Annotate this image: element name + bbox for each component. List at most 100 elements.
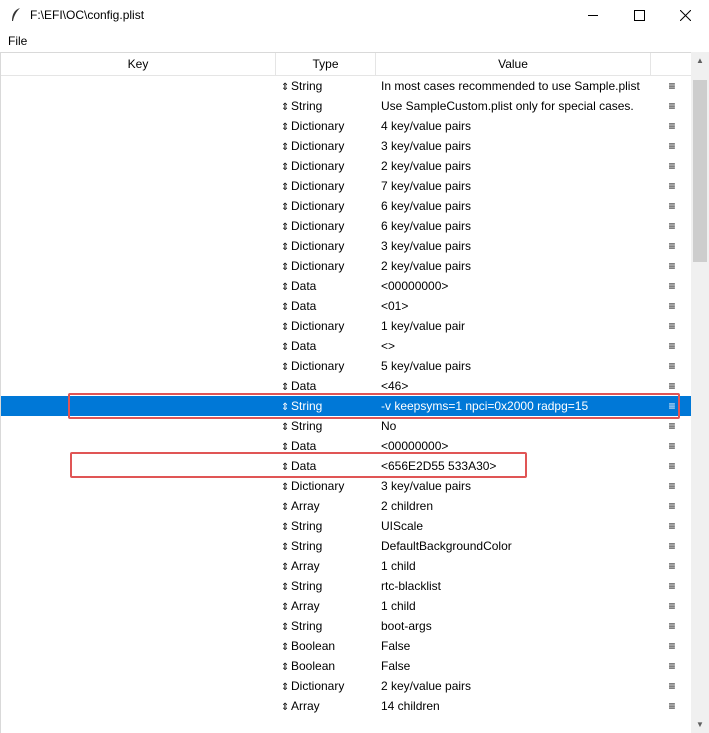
- tree-row[interactable]: NVRAM⇕Dictionary6 key/value pairs≡: [1, 216, 691, 236]
- drag-handle-icon[interactable]: ≡: [665, 476, 679, 496]
- tree-row[interactable]: 7C436110-AB2A-4BBB-A880-FE41995C9F82⇕Dic…: [1, 356, 691, 376]
- drag-handle-icon[interactable]: ≡: [665, 256, 679, 276]
- tree-row[interactable]: 0⇕StringUIScale≡: [1, 516, 691, 536]
- row-value[interactable]: rtc-blacklist: [381, 576, 651, 596]
- row-value[interactable]: False: [381, 636, 651, 656]
- row-value[interactable]: False: [381, 656, 651, 676]
- column-header-value[interactable]: Value: [376, 53, 651, 76]
- plist-tree[interactable]: Key Type Value #WARNING - 3⇕StringIn mos…: [0, 52, 691, 733]
- tree-row[interactable]: Kernel⇕Dictionary7 key/value pairs≡: [1, 176, 691, 196]
- drag-handle-icon[interactable]: ≡: [665, 376, 679, 396]
- row-value[interactable]: <00000000>: [381, 276, 651, 296]
- row-type[interactable]: ⇕ String: [281, 96, 376, 118]
- drag-handle-icon[interactable]: ≡: [665, 436, 679, 456]
- drag-handle-icon[interactable]: ≡: [665, 216, 679, 236]
- row-type[interactable]: ⇕ Data: [281, 336, 376, 358]
- row-type[interactable]: ⇕ Data: [281, 456, 376, 478]
- row-type[interactable]: ⇕ Dictionary: [281, 676, 376, 698]
- tree-row[interactable]: 4D1EDE05-38C7-4A6A-9CC6-4BCCA8B38C14⇕Arr…: [1, 496, 691, 516]
- close-button[interactable]: [662, 0, 708, 31]
- vertical-scrollbar[interactable]: ▲ ▼: [691, 52, 709, 733]
- row-type[interactable]: ⇕ Dictionary: [281, 116, 376, 138]
- tree-row[interactable]: Misc⇕Dictionary6 key/value pairs≡: [1, 196, 691, 216]
- tree-row[interactable]: boot-args⇕String-v keepsyms=1 npci=0x200…: [1, 396, 691, 416]
- tree-row[interactable]: Add⇕Dictionary3 key/value pairs≡: [1, 236, 691, 256]
- tree-row[interactable]: 7C436110-AB2A-4BBB-A880-FE41995C9F82⇕Arr…: [1, 596, 691, 616]
- tree-row[interactable]: Delete⇕Dictionary3 key/value pairs≡: [1, 476, 691, 496]
- tree-row[interactable]: run-efi-updater⇕StringNo≡: [1, 416, 691, 436]
- row-type[interactable]: ⇕ Boolean: [281, 656, 376, 678]
- minimize-button[interactable]: [570, 0, 616, 31]
- row-type[interactable]: ⇕ Data: [281, 376, 376, 398]
- row-type[interactable]: ⇕ Dictionary: [281, 136, 376, 158]
- row-type[interactable]: ⇕ Data: [281, 296, 376, 318]
- drag-handle-icon[interactable]: ≡: [665, 536, 679, 556]
- drag-handle-icon[interactable]: ≡: [665, 676, 679, 696]
- drag-handle-icon[interactable]: ≡: [665, 76, 679, 96]
- row-value[interactable]: 3 key/value pairs: [381, 236, 651, 256]
- drag-handle-icon[interactable]: ≡: [665, 396, 679, 416]
- row-type[interactable]: ⇕ String: [281, 516, 376, 538]
- drag-handle-icon[interactable]: ≡: [665, 176, 679, 196]
- row-value[interactable]: 3 key/value pairs: [381, 476, 651, 496]
- tree-row[interactable]: 4D1FDA02-38C7-4A6A-9CC6-4BCCA8B30102⇕Dic…: [1, 316, 691, 336]
- tree-row[interactable]: 4D1EDE05-38C7-4A6A-9CC6-4BCCA8B38C14⇕Dic…: [1, 256, 691, 276]
- row-value[interactable]: UIScale: [381, 516, 651, 536]
- row-type[interactable]: ⇕ String: [281, 396, 376, 418]
- tree-row[interactable]: ACPI⇕Dictionary4 key/value pairs≡: [1, 116, 691, 136]
- row-value[interactable]: 6 key/value pairs: [381, 216, 651, 236]
- row-value[interactable]: <00000000>: [381, 436, 651, 456]
- row-value[interactable]: 6 key/value pairs: [381, 196, 651, 216]
- drag-handle-icon[interactable]: ≡: [665, 416, 679, 436]
- tree-row[interactable]: rtc-blacklist⇕Data<>≡: [1, 336, 691, 356]
- scrollbar-thumb[interactable]: [693, 80, 707, 262]
- row-type[interactable]: ⇕ String: [281, 536, 376, 558]
- row-type[interactable]: ⇕ Data: [281, 436, 376, 458]
- drag-handle-icon[interactable]: ≡: [665, 516, 679, 536]
- drag-handle-icon[interactable]: ≡: [665, 576, 679, 596]
- row-type[interactable]: ⇕ Dictionary: [281, 156, 376, 178]
- tree-row[interactable]: DefaultBackgroundColor⇕Data<00000000>≡: [1, 276, 691, 296]
- row-type[interactable]: ⇕ Dictionary: [281, 476, 376, 498]
- tree-row[interactable]: LegacyOverwrite⇕BooleanFalse≡: [1, 656, 691, 676]
- row-type[interactable]: ⇕ Dictionary: [281, 196, 376, 218]
- scroll-down-arrow-icon[interactable]: ▼: [691, 716, 709, 733]
- row-value[interactable]: 2 key/value pairs: [381, 676, 651, 696]
- drag-handle-icon[interactable]: ≡: [665, 316, 679, 336]
- row-type[interactable]: ⇕ Dictionary: [281, 216, 376, 238]
- row-value[interactable]: No: [381, 416, 651, 436]
- row-value[interactable]: Use SampleCustom.plist only for special …: [381, 96, 651, 116]
- row-type[interactable]: ⇕ Dictionary: [281, 176, 376, 198]
- tree-row[interactable]: LegacySchema⇕Dictionary2 key/value pairs…: [1, 676, 691, 696]
- row-type[interactable]: ⇕ Dictionary: [281, 316, 376, 338]
- drag-handle-icon[interactable]: ≡: [665, 156, 679, 176]
- row-type[interactable]: ⇕ Data: [281, 276, 376, 298]
- row-type[interactable]: ⇕ String: [281, 76, 376, 98]
- row-value[interactable]: DefaultBackgroundColor: [381, 536, 651, 556]
- tree-row[interactable]: 0⇕Stringboot-args≡: [1, 616, 691, 636]
- drag-handle-icon[interactable]: ≡: [665, 696, 679, 716]
- drag-handle-icon[interactable]: ≡: [665, 136, 679, 156]
- column-header-type[interactable]: Type: [276, 53, 376, 76]
- row-value[interactable]: 2 key/value pairs: [381, 156, 651, 176]
- row-value[interactable]: 1 child: [381, 596, 651, 616]
- tree-row[interactable]: SystemAudioVolume⇕Data<46>≡: [1, 376, 691, 396]
- row-value[interactable]: 2 children: [381, 496, 651, 516]
- tree-row[interactable]: #WARNING - 4⇕StringUse SampleCustom.plis…: [1, 96, 691, 116]
- tree-row[interactable]: DeviceProperties⇕Dictionary2 key/value p…: [1, 156, 691, 176]
- drag-handle-icon[interactable]: ≡: [665, 356, 679, 376]
- row-value[interactable]: 2 key/value pairs: [381, 256, 651, 276]
- row-type[interactable]: ⇕ String: [281, 576, 376, 598]
- row-type[interactable]: ⇕ Dictionary: [281, 356, 376, 378]
- column-header-key[interactable]: Key: [1, 53, 276, 76]
- tree-row[interactable]: Booter⇕Dictionary3 key/value pairs≡: [1, 136, 691, 156]
- row-value[interactable]: 7 key/value pairs: [381, 176, 651, 196]
- maximize-button[interactable]: [616, 0, 662, 31]
- row-value[interactable]: 3 key/value pairs: [381, 136, 651, 156]
- row-value[interactable]: <>: [381, 336, 651, 356]
- row-type[interactable]: ⇕ Dictionary: [281, 256, 376, 278]
- row-type[interactable]: ⇕ Array: [281, 496, 376, 518]
- row-value[interactable]: 5 key/value pairs: [381, 356, 651, 376]
- row-value[interactable]: <46>: [381, 376, 651, 396]
- row-value[interactable]: 14 children: [381, 696, 651, 716]
